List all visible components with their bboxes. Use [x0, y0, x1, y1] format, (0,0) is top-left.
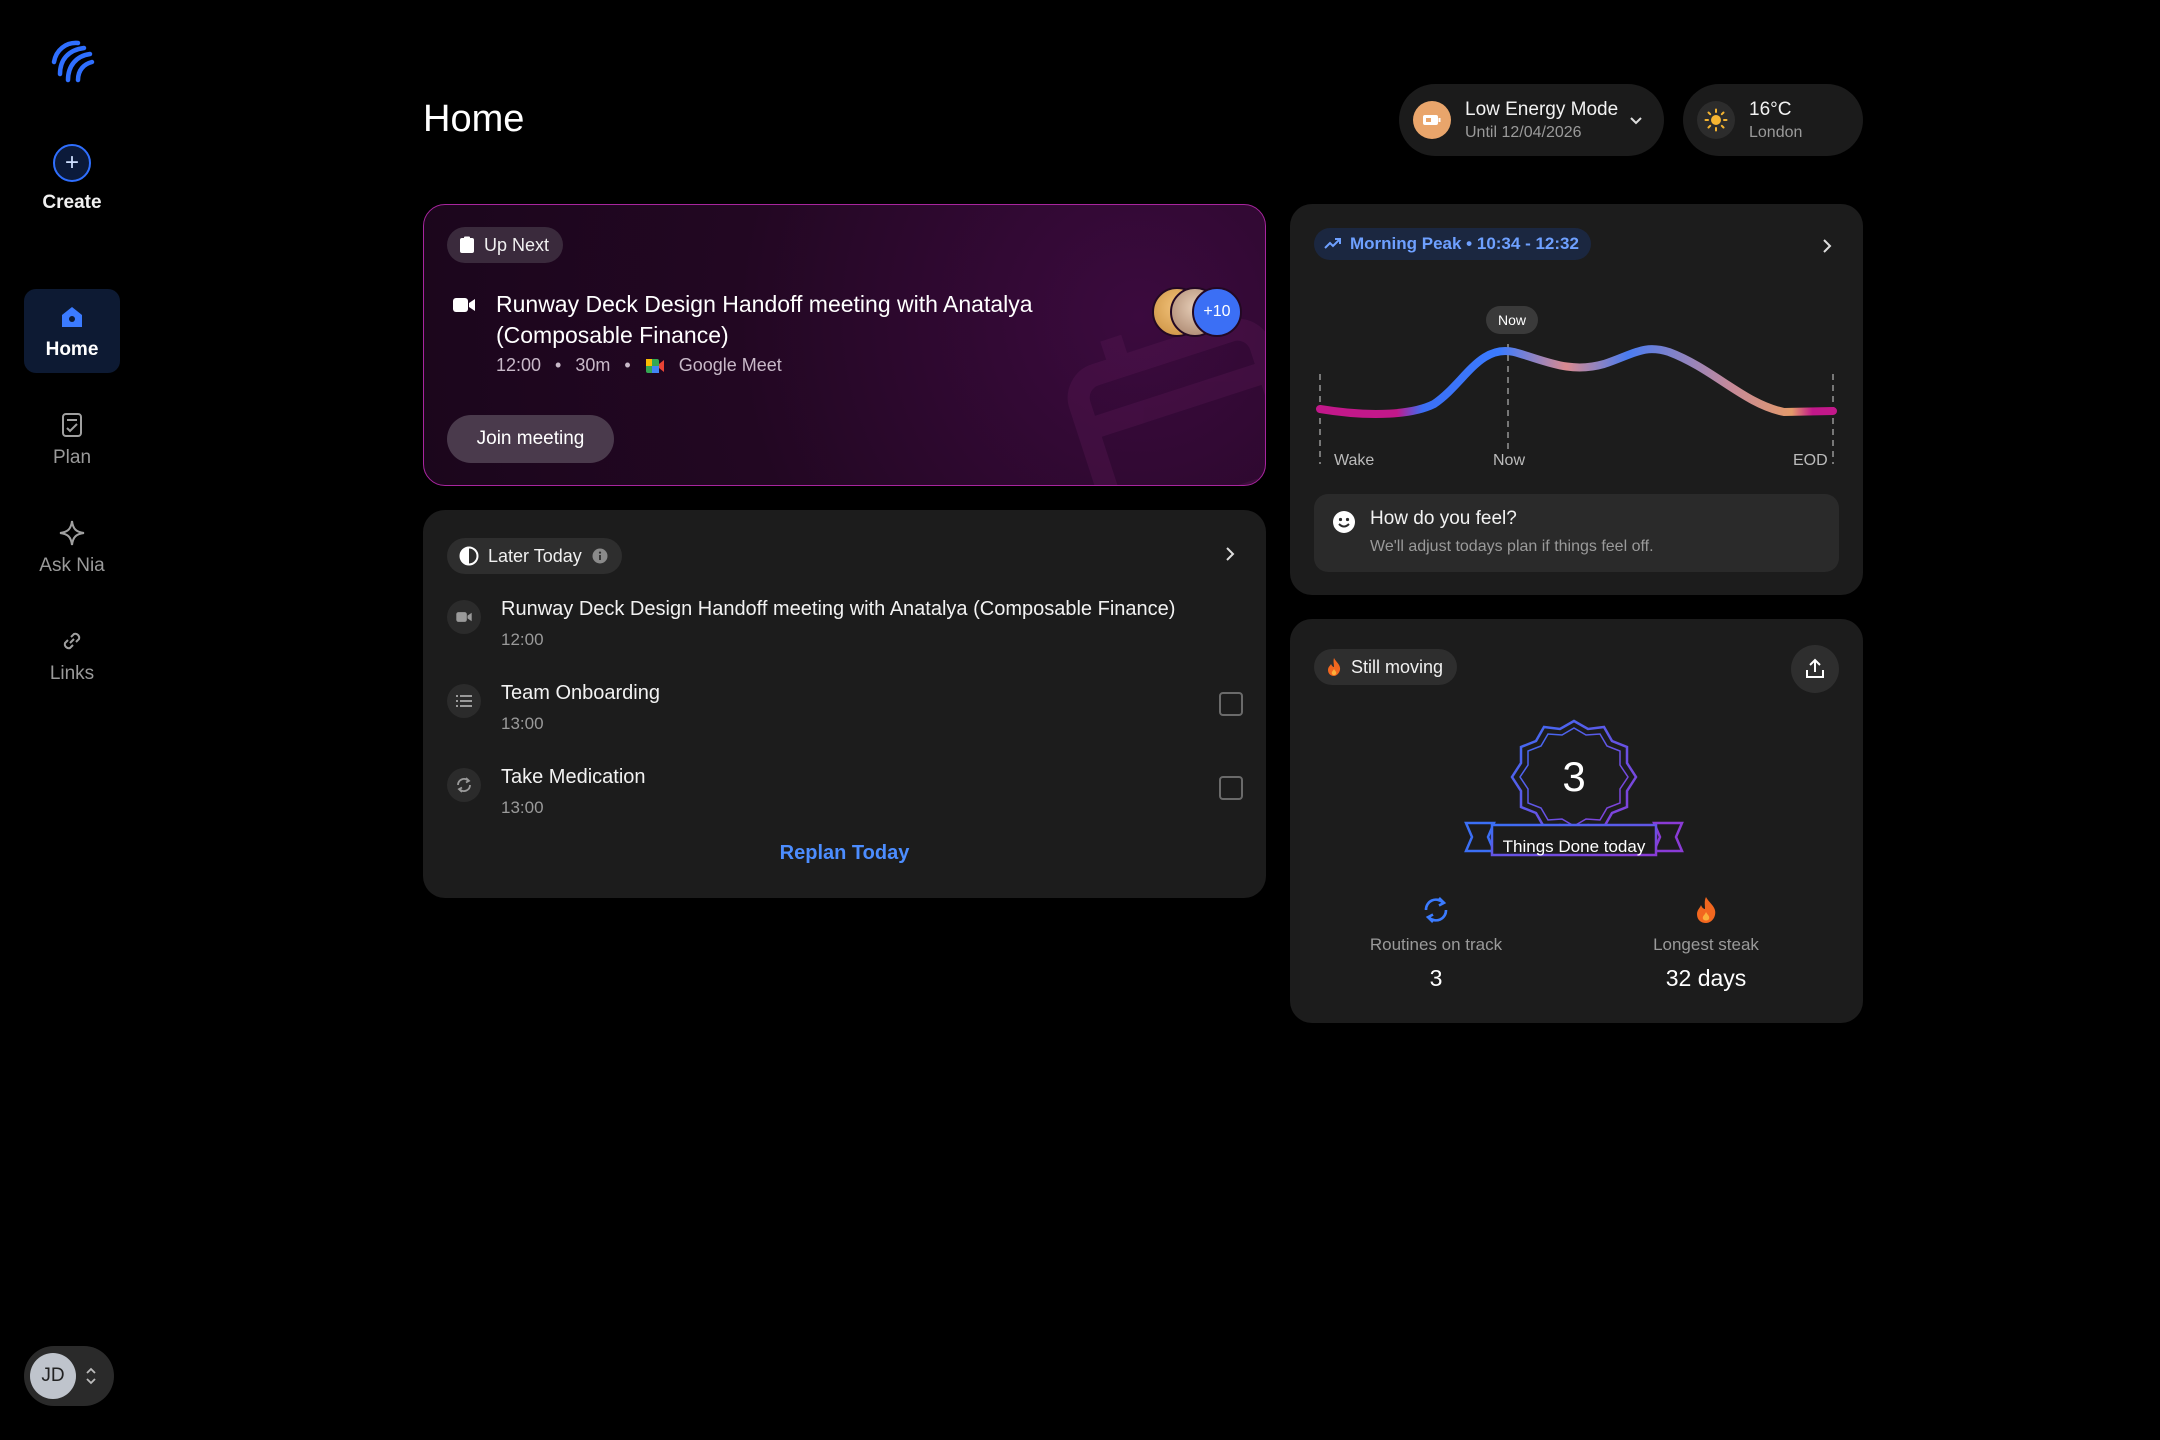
- meeting-meta: 12:00 • 30m • Google Meet: [496, 355, 782, 376]
- later-today-chip: Later Today: [447, 538, 622, 574]
- sidebar-item-label: Links: [49, 663, 95, 684]
- meeting-time: 12:00: [496, 355, 542, 375]
- still-moving-label: Still moving: [1351, 656, 1444, 677]
- energy-curve: [1316, 345, 1837, 418]
- flame-icon: [1328, 658, 1341, 676]
- task-title: Take Medication: [501, 766, 646, 788]
- repeat-icon: [447, 768, 481, 802]
- chevron-right-icon[interactable]: [1220, 544, 1240, 564]
- task-title: Team Onboarding: [501, 682, 660, 704]
- weather-temp: 16°C: [1749, 98, 1792, 120]
- info-icon[interactable]: [592, 548, 608, 564]
- up-next-card: Up Next Runway Deck Design Handoff meeti…: [423, 204, 1266, 486]
- sidebar-item-label: Home: [45, 339, 99, 360]
- up-next-chip-label: Up Next: [484, 234, 550, 255]
- chevron-down-icon: [1630, 117, 1642, 125]
- weather-location: London: [1749, 123, 1803, 141]
- list-icon: [447, 684, 481, 718]
- morning-peak-label: Morning Peak • 10:34 - 12:32: [1350, 234, 1579, 253]
- sparkle-icon: [59, 520, 85, 546]
- list-item[interactable]: Runway Deck Design Handoff meeting with …: [447, 598, 1247, 668]
- routines-value: 3: [1429, 965, 1443, 991]
- feel-subtitle: We'll adjust todays plan if things feel …: [1370, 538, 1654, 555]
- battery-icon: [1413, 101, 1451, 139]
- avatar: JD: [30, 1353, 76, 1399]
- share-button[interactable]: [1791, 645, 1839, 693]
- trend-up-icon: [1324, 238, 1341, 249]
- repeat-icon: [1424, 897, 1448, 923]
- create-label: Create: [42, 192, 102, 213]
- clipboard-icon: [460, 236, 474, 253]
- flame-icon: [1697, 897, 1716, 923]
- sidebar: + Create Home Plan Ask Nia Links JD: [0, 0, 144, 1440]
- list-item[interactable]: Team Onboarding 13:00: [447, 682, 1247, 752]
- google-meet-icon: [645, 358, 664, 373]
- video-icon: [453, 298, 475, 312]
- link-icon: [63, 632, 81, 650]
- smiley-icon: [1333, 511, 1355, 533]
- task-time: 12:00: [501, 630, 544, 649]
- meeting-platform: Google Meet: [678, 355, 782, 375]
- energy-mode-until: Until 12/04/2026: [1465, 123, 1582, 141]
- attendee-avatars[interactable]: +10: [1152, 287, 1242, 339]
- meeting-duration: 30m: [575, 355, 611, 375]
- now-tag-label: Now: [1498, 312, 1527, 328]
- separator-dot: •: [555, 355, 562, 375]
- feel-title: How do you feel?: [1370, 508, 1517, 529]
- plus-icon: +: [53, 144, 91, 182]
- weather-widget[interactable]: 16°C London: [1683, 84, 1863, 156]
- streak-value: 32 days: [1665, 965, 1747, 991]
- separator-dot: •: [624, 355, 631, 375]
- task-time: 13:00: [501, 798, 544, 817]
- sun-icon: [1697, 101, 1735, 139]
- share-icon: [1806, 658, 1824, 678]
- energy-curve-chart: Now: [1316, 306, 1837, 464]
- streak-stat: Longest steak 32 days: [1586, 895, 1826, 992]
- sidebar-item-label: Ask Nia: [39, 555, 105, 576]
- progress-card: Still moving 3 Things Done today Routine…: [1290, 619, 1863, 1023]
- sidebar-item-links[interactable]: Links: [24, 613, 120, 697]
- energy-mode-label: Low Energy Mode: [1465, 98, 1619, 120]
- sidebar-item-label: Plan: [52, 447, 92, 468]
- routines-label: Routines on track: [1369, 935, 1503, 954]
- things-done-label: Things Done today: [1502, 837, 1646, 856]
- plan-icon: [62, 413, 82, 437]
- later-today-card: Later Today Runway Deck Design Handoff m…: [423, 510, 1266, 898]
- meeting-title[interactable]: Runway Deck Design Handoff meeting with …: [496, 289, 1116, 351]
- page-title: Home: [423, 98, 525, 140]
- task-checkbox[interactable]: [1219, 776, 1243, 800]
- energy-mode-selector[interactable]: Low Energy Mode Until 12/04/2026: [1399, 84, 1664, 156]
- half-moon-icon: [459, 546, 479, 566]
- video-icon: [447, 600, 481, 634]
- task-time: 13:00: [501, 714, 544, 733]
- x-label-wake: Wake: [1334, 452, 1375, 469]
- things-done-badge: 3 Things Done today: [1464, 719, 1684, 869]
- streak-label: Longest steak: [1653, 935, 1759, 954]
- app-logo-icon[interactable]: [48, 36, 96, 84]
- home-icon: [62, 307, 82, 327]
- task-title: Runway Deck Design Handoff meeting with …: [501, 598, 1176, 620]
- sidebar-item-plan[interactable]: Plan: [24, 397, 120, 481]
- user-menu[interactable]: JD: [24, 1346, 114, 1406]
- sidebar-item-home[interactable]: Home: [24, 289, 120, 373]
- join-meeting-button[interactable]: Join meeting: [447, 415, 614, 463]
- morning-peak-chip: Morning Peak • 10:34 - 12:32: [1314, 228, 1591, 260]
- create-button[interactable]: + Create: [24, 144, 120, 214]
- chevron-right-icon[interactable]: [1817, 236, 1837, 256]
- chevron-up-down-icon: [86, 1367, 96, 1385]
- list-item[interactable]: Take Medication 13:00: [447, 766, 1247, 836]
- x-label-eod: EOD: [1793, 452, 1828, 469]
- how-do-you-feel-button[interactable]: How do you feel? We'll adjust todays pla…: [1314, 494, 1839, 572]
- routines-stat: Routines on track 3: [1316, 895, 1556, 992]
- task-checkbox[interactable]: [1219, 692, 1243, 716]
- replan-today-button[interactable]: Replan Today: [423, 842, 1266, 865]
- up-next-chip: Up Next: [447, 227, 564, 263]
- more-attendees-badge: +10: [1192, 287, 1242, 337]
- later-today-chip-label: Later Today: [488, 545, 582, 566]
- things-done-count: 3: [1562, 753, 1586, 800]
- x-label-now: Now: [1493, 452, 1526, 469]
- still-moving-chip: Still moving: [1314, 649, 1458, 685]
- sidebar-item-ask-nia[interactable]: Ask Nia: [24, 505, 120, 589]
- energy-peak-card: Morning Peak • 10:34 - 12:32 Now Wake No: [1290, 204, 1863, 595]
